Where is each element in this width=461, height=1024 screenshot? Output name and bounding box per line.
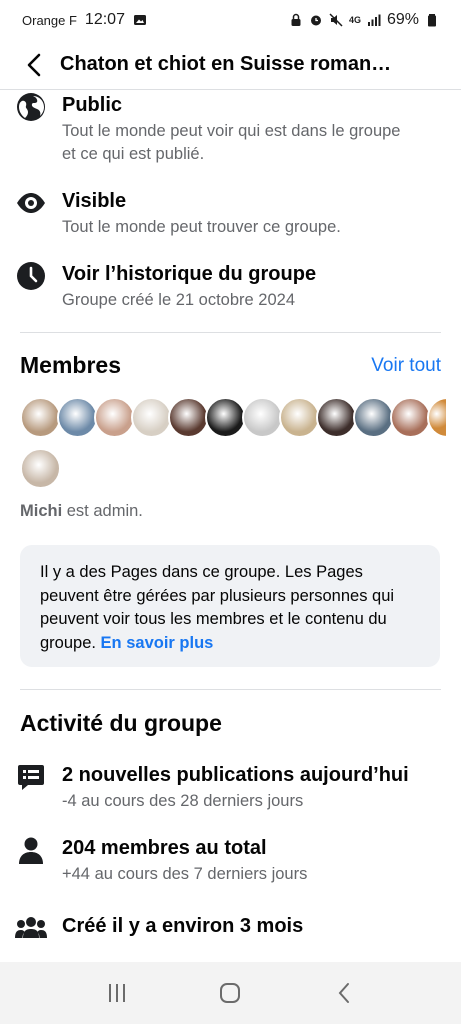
activity-created-row: Créé il y a environ 3 mois [14, 913, 444, 947]
privacy-visible-row: Visible Tout le monde peut trouver ce gr… [14, 188, 444, 239]
signal-icon [367, 14, 381, 26]
activity-members-row: 204 membres au total +44 au cours des 7 … [14, 835, 444, 886]
lock-icon [291, 13, 301, 26]
recent-apps-button[interactable] [87, 971, 147, 1015]
group-icon [14, 913, 48, 947]
see-all-members-link[interactable]: Voir tout [371, 355, 441, 377]
gallery-icon [133, 15, 146, 25]
history-created-date: Groupe créé le 21 octobre 2024 [62, 291, 295, 309]
battery-icon [428, 14, 436, 27]
recent-apps-icon [108, 984, 125, 1002]
alarm-icon [310, 15, 321, 26]
posts-trend: -4 au cours des 28 derniers jours [62, 792, 304, 810]
system-nav-bar [0, 962, 461, 1024]
chat-icon [14, 762, 48, 796]
page-title: Chaton et chiot en Suisse roman… [60, 53, 392, 75]
home-icon [220, 983, 241, 1003]
group-history-row[interactable]: Voir l’historique du groupe Groupe créé … [14, 261, 444, 312]
admin-info: Michi est admin. [20, 502, 143, 521]
member-avatar[interactable] [168, 397, 209, 438]
group-created-ago: Créé il y a environ 3 mois [62, 915, 304, 937]
activity-posts-row: 2 nouvelles publications aujourd’hui -4 … [14, 762, 444, 813]
carrier-name: Orange F [22, 12, 77, 28]
privacy-public-row: Public Tout le monde peut voir qui est d… [14, 92, 444, 166]
eye-icon [14, 188, 48, 222]
public-description: Tout le monde peut voir qui est dans le … [62, 122, 401, 163]
admin-label: est admin. [62, 502, 143, 520]
member-avatar[interactable] [242, 397, 283, 438]
member-avatar[interactable] [20, 448, 61, 489]
globe-icon [14, 92, 48, 126]
back-arrow-icon [27, 53, 41, 76]
divider [20, 332, 441, 333]
total-members: 204 membres au total [62, 837, 267, 859]
clock-icon [14, 261, 48, 295]
members-heading: Membres [20, 352, 121, 378]
visible-title: Visible [62, 190, 127, 212]
member-avatar[interactable] [279, 397, 320, 438]
back-chevron-icon [338, 983, 350, 1003]
member-avatar[interactable] [353, 397, 394, 438]
member-avatar[interactable] [390, 397, 431, 438]
network-type: 4G [348, 15, 361, 25]
pages-info-text: Il y a des Pages dans ce groupe. Les Pag… [40, 563, 395, 652]
member-avatar[interactable] [57, 397, 98, 438]
member-avatar[interactable] [316, 397, 357, 438]
divider [20, 689, 441, 690]
member-avatar[interactable] [205, 397, 246, 438]
posts-today: 2 nouvelles publications aujourd’hui [62, 764, 409, 786]
status-bar: Orange F 12:07 4G 69% [0, 0, 461, 40]
visible-description: Tout le monde peut trouver ce groupe. [62, 218, 341, 236]
back-button[interactable] [18, 47, 50, 83]
admin-name[interactable]: Michi [20, 502, 62, 520]
home-button[interactable] [200, 971, 260, 1015]
top-header: Chaton et chiot en Suisse roman… [0, 40, 461, 90]
person-icon [14, 835, 48, 869]
members-trend: +44 au cours des 7 derniers jours [62, 865, 308, 883]
member-avatar[interactable] [131, 397, 172, 438]
member-avatar[interactable] [94, 397, 135, 438]
public-title: Public [62, 94, 123, 116]
learn-more-link[interactable]: En savoir plus [101, 634, 214, 652]
back-nav-button[interactable] [314, 971, 374, 1015]
member-avatar[interactable] [20, 397, 61, 438]
battery-level: 69% [386, 11, 419, 28]
mute-icon [329, 13, 343, 27]
history-title: Voir l’historique du groupe [62, 263, 317, 285]
status-time: 12:07 [84, 11, 125, 28]
member-avatar[interactable] [427, 397, 448, 438]
activity-heading: Activité du groupe [20, 710, 222, 736]
pages-info-box: Il y a des Pages dans ce groupe. Les Pag… [20, 545, 440, 667]
